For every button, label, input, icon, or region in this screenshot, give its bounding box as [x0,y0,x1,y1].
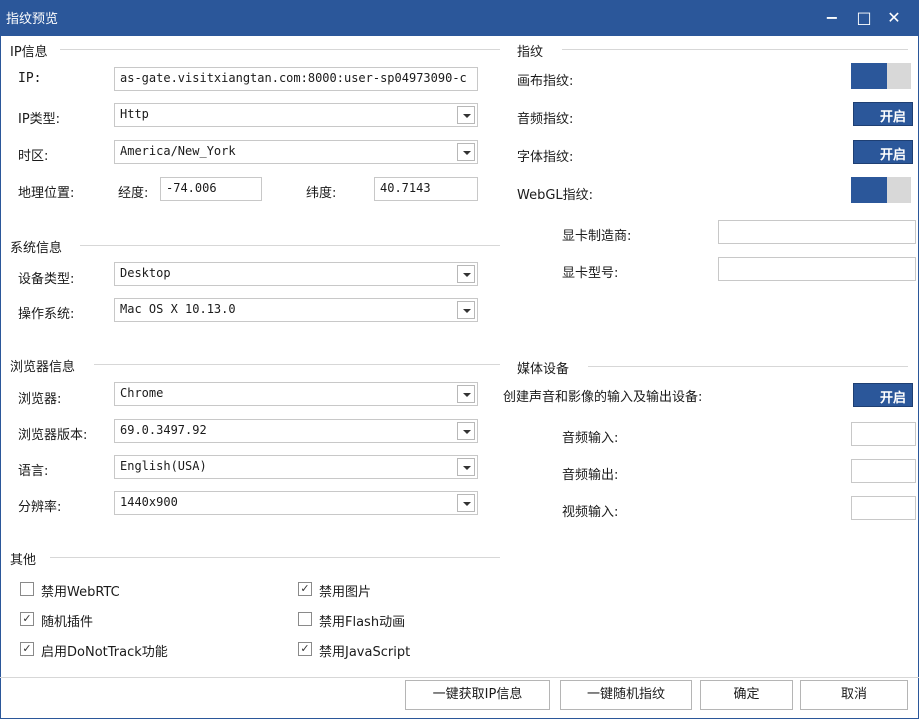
device-type-select[interactable]: Desktop [114,262,478,286]
language-select[interactable]: English(USA) [114,455,478,479]
latitude-field[interactable]: 40.7143 [374,177,478,201]
timezone-value: America/New_York [120,144,236,158]
other-group-divider [50,557,500,558]
ip-group-title: IP信息 [10,41,54,60]
webgl-fp-label: WebGL指纹: [517,188,594,203]
browser-label: 浏览器: [18,392,62,407]
checkbox-disable-flash[interactable] [298,612,312,626]
language-label: 语言: [18,464,49,479]
dialog-body [0,36,919,719]
maximize-icon[interactable]: □ [852,6,876,30]
title-bar: 指纹预览 − □ ✕ [0,0,919,36]
webgl-fp-toggle[interactable] [851,177,911,203]
browser-version-select[interactable]: 69.0.3497.92 [114,419,478,443]
checkbox-label-random-plugins: 随机插件 [41,615,94,630]
gpu-vendor-field[interactable] [718,220,916,244]
browser-group-title: 浏览器信息 [10,356,82,375]
language-value: English(USA) [120,459,207,473]
checkbox-label-enable-dnt: 启用DoNotTrack功能 [41,645,168,660]
minimize-icon[interactable]: − [820,6,844,30]
ip-type-select[interactable]: Http [114,103,478,127]
browser-select[interactable]: Chrome [114,382,478,406]
create-devices-label: 创建声音和影像的输入及输出设备: [503,390,703,405]
checkbox-label-disable-webrtc: 禁用WebRTC [41,585,120,600]
random-fingerprint-button[interactable]: 一键随机指纹 [560,680,692,710]
chevron-down-icon[interactable] [457,143,475,161]
chevron-down-icon[interactable] [457,494,475,512]
longitude-label: 经度: [118,186,149,201]
media-group-divider [588,366,908,367]
cancel-button[interactable]: 取消 [800,680,908,710]
video-input-field[interactable] [851,496,916,520]
checkbox-label-disable-flash: 禁用Flash动画 [319,615,406,630]
other-group-title: 其他 [10,549,43,568]
checkbox-disable-webrtc[interactable] [20,582,34,596]
chevron-down-icon[interactable] [457,106,475,124]
gpu-model-label: 显卡型号: [562,266,619,281]
chevron-down-icon[interactable] [457,265,475,283]
font-fp-on-button[interactable]: 开启 [853,140,913,164]
checkbox-enable-dnt[interactable]: ✓ [20,642,34,656]
device-type-value: Desktop [120,266,171,280]
window-title: 指纹预览 [6,12,59,27]
ip-group-divider [60,49,500,50]
checkbox-disable-images[interactable]: ✓ [298,582,312,596]
create-devices-on-button[interactable]: 开启 [853,383,913,407]
device-type-label: 设备类型: [18,272,75,287]
resolution-value: 1440x900 [120,495,178,509]
canvas-fp-label: 画布指纹: [517,74,574,89]
os-select[interactable]: Mac OS X 10.13.0 [114,298,478,322]
checkbox-disable-javascript[interactable]: ✓ [298,642,312,656]
get-ip-info-button[interactable]: 一键获取IP信息 [405,680,550,710]
system-group-title: 系统信息 [10,237,69,256]
ip-field[interactable]: as-gate.visitxiangtan.com:8000:user-sp04… [114,67,478,91]
font-fp-label: 字体指纹: [517,150,574,165]
system-group-divider [80,245,500,246]
fingerprint-group-title: 指纹 [517,41,550,60]
checkbox-random-plugins[interactable]: ✓ [20,612,34,626]
latitude-label: 纬度: [306,186,337,201]
audio-fp-on-button[interactable]: 开启 [853,102,913,126]
browser-version-label: 浏览器版本: [18,428,88,443]
geo-label: 地理位置: [18,186,75,201]
canvas-fp-toggle[interactable] [851,63,911,89]
close-icon[interactable]: ✕ [882,6,906,30]
chevron-down-icon[interactable] [457,385,475,403]
ip-type-value: Http [120,107,149,121]
audio-input-field[interactable] [851,422,916,446]
chevron-down-icon[interactable] [457,458,475,476]
audio-fp-label: 音频指纹: [517,112,574,127]
checkbox-label-disable-javascript: 禁用JavaScript [319,645,411,660]
gpu-vendor-label: 显卡制造商: [562,229,632,244]
audio-output-label: 音频输出: [562,468,619,483]
browser-version-value: 69.0.3497.92 [120,423,207,437]
footer-divider [0,677,919,678]
longitude-field[interactable]: -74.006 [160,177,262,201]
toggle-knob [851,63,887,89]
os-label: 操作系统: [18,307,75,322]
media-group-title: 媒体设备 [517,358,576,377]
os-value: Mac OS X 10.13.0 [120,302,236,316]
ip-label: IP: [18,71,42,86]
audio-input-label: 音频输入: [562,431,619,446]
fingerprint-group-divider [562,49,908,50]
resolution-select[interactable]: 1440x900 [114,491,478,515]
browser-group-divider [94,364,500,365]
browser-value: Chrome [120,386,164,400]
video-input-label: 视频输入: [562,505,619,520]
resolution-label: 分辨率: [18,500,62,515]
chevron-down-icon[interactable] [457,422,475,440]
toggle-knob [851,177,887,203]
timezone-label: 时区: [18,149,49,164]
gpu-model-field[interactable] [718,257,916,281]
chevron-down-icon[interactable] [457,301,475,319]
ip-type-label: IP类型: [18,112,61,127]
timezone-select[interactable]: America/New_York [114,140,478,164]
checkbox-label-disable-images: 禁用图片 [319,585,372,600]
ok-button[interactable]: 确定 [700,680,793,710]
audio-output-field[interactable] [851,459,916,483]
